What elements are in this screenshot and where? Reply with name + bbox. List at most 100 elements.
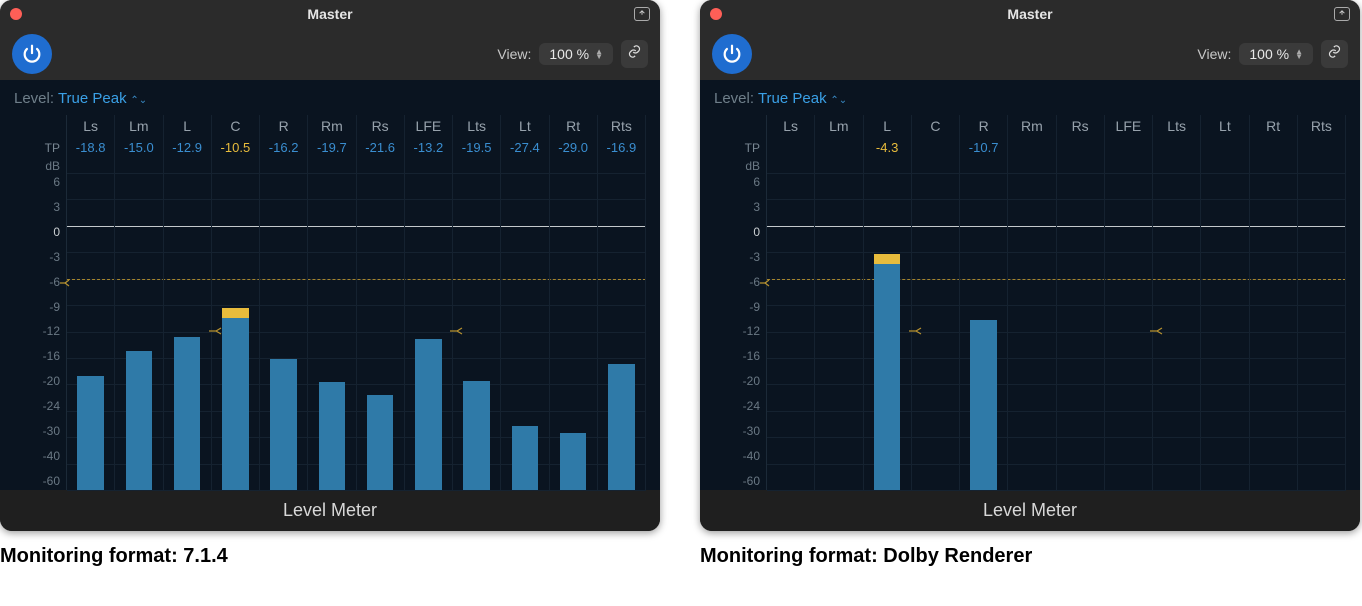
power-button[interactable] — [12, 34, 52, 74]
bar-zone — [815, 173, 862, 490]
channel-column: LFE — [1105, 115, 1153, 490]
channel-tp-value: -16.9 — [607, 137, 637, 159]
close-icon[interactable] — [710, 8, 722, 20]
y-tick: -40 — [14, 449, 60, 463]
level-bar — [126, 351, 152, 490]
channel-label: Lm — [829, 115, 848, 137]
view-label: View: — [497, 46, 531, 62]
y-tick: -16 — [714, 349, 760, 363]
channel-label: Rt — [566, 115, 580, 137]
channel-label: R — [279, 115, 289, 137]
y-tick: -9 — [714, 300, 760, 314]
channel-label: Rts — [611, 115, 632, 137]
y-tick: 3 — [14, 200, 60, 214]
bar-zone — [1105, 173, 1152, 490]
compare-icon[interactable] — [634, 7, 650, 21]
y-tick: -12 — [14, 324, 60, 338]
level-meter-window: MasterView:100 %▲▼Level: True Peak ⌃⌄TPd… — [700, 0, 1360, 531]
channel-label: Lt — [519, 115, 531, 137]
power-button[interactable] — [712, 34, 752, 74]
bar-zone — [164, 173, 211, 490]
y-tick: 3 — [714, 200, 760, 214]
channel-tp-value: -4.3 — [876, 137, 898, 159]
level-select[interactable]: True Peak — [758, 90, 827, 107]
stepper-arrows-icon: ▲▼ — [595, 49, 603, 59]
zoom-value: 100 % — [549, 46, 589, 62]
meters-grid: Ls-18.8Lm-15.0L-12.9C-10.5R-16.2Rm-19.7R… — [66, 115, 646, 490]
y-tick: -12 — [714, 324, 760, 338]
channel-column: L-12.9 — [164, 115, 212, 490]
meters-grid: LsLmL-4.3CR-10.7RmRsLFELtsLtRtRts — [766, 115, 1346, 490]
link-button[interactable] — [1321, 40, 1348, 68]
level-bar — [970, 320, 996, 490]
channel-label: Rs — [372, 115, 389, 137]
plugin-name: Level Meter — [0, 490, 660, 531]
bar-zone — [864, 173, 911, 490]
tp-label: TP — [14, 137, 60, 159]
compare-icon[interactable] — [1334, 7, 1350, 21]
close-icon[interactable] — [10, 8, 22, 20]
channel-column: Lt — [1201, 115, 1249, 490]
zoom-select[interactable]: 100 % ▲▼ — [539, 43, 613, 65]
y-axis: TPdB630-3-6-9-12-16-20-24-30-40-60 — [714, 115, 766, 490]
level-bar — [415, 339, 441, 490]
bar-zone — [1250, 173, 1297, 490]
plugin-name: Level Meter — [700, 490, 1360, 531]
channel-tp-value: -19.5 — [462, 137, 492, 159]
level-select[interactable]: True Peak — [58, 90, 127, 107]
bar-zone — [67, 173, 114, 490]
y-tick: -3 — [714, 250, 760, 264]
bar-zone — [260, 173, 307, 490]
level-row: Level: True Peak ⌃⌄ — [714, 90, 1346, 107]
peak-indicator — [222, 308, 248, 318]
channel-column: Rm — [1008, 115, 1056, 490]
level-bar — [512, 426, 538, 490]
gridline — [67, 490, 646, 491]
channel-column: R-10.7 — [960, 115, 1008, 490]
window-title: Master — [307, 6, 352, 22]
window-title: Master — [1007, 6, 1052, 22]
level-bar — [77, 376, 103, 490]
y-tick: -9 — [14, 300, 60, 314]
channel-column: Rts — [1298, 115, 1346, 490]
level-bar — [319, 382, 345, 490]
channel-label: Lm — [129, 115, 148, 137]
channel-tp-value: -16.2 — [269, 137, 299, 159]
level-label: Level: — [714, 90, 758, 107]
threshold-marker-icon[interactable] — [1149, 323, 1167, 341]
level-label: Level: — [14, 90, 58, 107]
threshold-marker-icon[interactable] — [908, 323, 926, 341]
y-tick: -3 — [14, 250, 60, 264]
channel-label: Ls — [783, 115, 798, 137]
channel-column: Rs — [1057, 115, 1105, 490]
toolbar: View:100 %▲▼ — [700, 28, 1360, 80]
zoom-select[interactable]: 100 %▲▼ — [1239, 43, 1313, 65]
channel-label: Rm — [321, 115, 343, 137]
select-arrows-icon: ⌃⌄ — [828, 95, 848, 106]
channel-tp-value: -18.8 — [76, 137, 106, 159]
db-label: dB — [714, 159, 760, 173]
level-bar — [463, 381, 489, 490]
channel-column: Rm-19.7 — [308, 115, 356, 490]
bar-zone — [912, 173, 959, 490]
select-arrows-icon: ⌃⌄ — [128, 95, 148, 106]
channel-column: C — [912, 115, 960, 490]
y-tick: -24 — [14, 399, 60, 413]
channel-column: Lts-19.5 — [453, 115, 501, 490]
channel-column: Lts — [1153, 115, 1201, 490]
channel-label: Lts — [1167, 115, 1186, 137]
y-tick: -30 — [714, 424, 760, 438]
plugin-body: Level: True Peak ⌃⌄TPdB630-3-6-9-12-16-2… — [0, 80, 660, 490]
level-row: Level: True Peak ⌃⌄ — [14, 90, 646, 107]
bar-zone — [767, 173, 814, 490]
channel-tp-value: -29.0 — [558, 137, 588, 159]
link-button[interactable] — [621, 40, 648, 68]
channel-tp-value: -10.7 — [969, 137, 999, 159]
caption: Monitoring format: Dolby Renderer — [700, 545, 1360, 568]
threshold-marker-icon[interactable] — [449, 323, 467, 341]
level-bar — [174, 337, 200, 490]
bar-zone — [550, 173, 597, 490]
title-bar: Master — [0, 0, 660, 28]
bar-zone — [308, 173, 355, 490]
bar-zone — [1201, 173, 1248, 490]
